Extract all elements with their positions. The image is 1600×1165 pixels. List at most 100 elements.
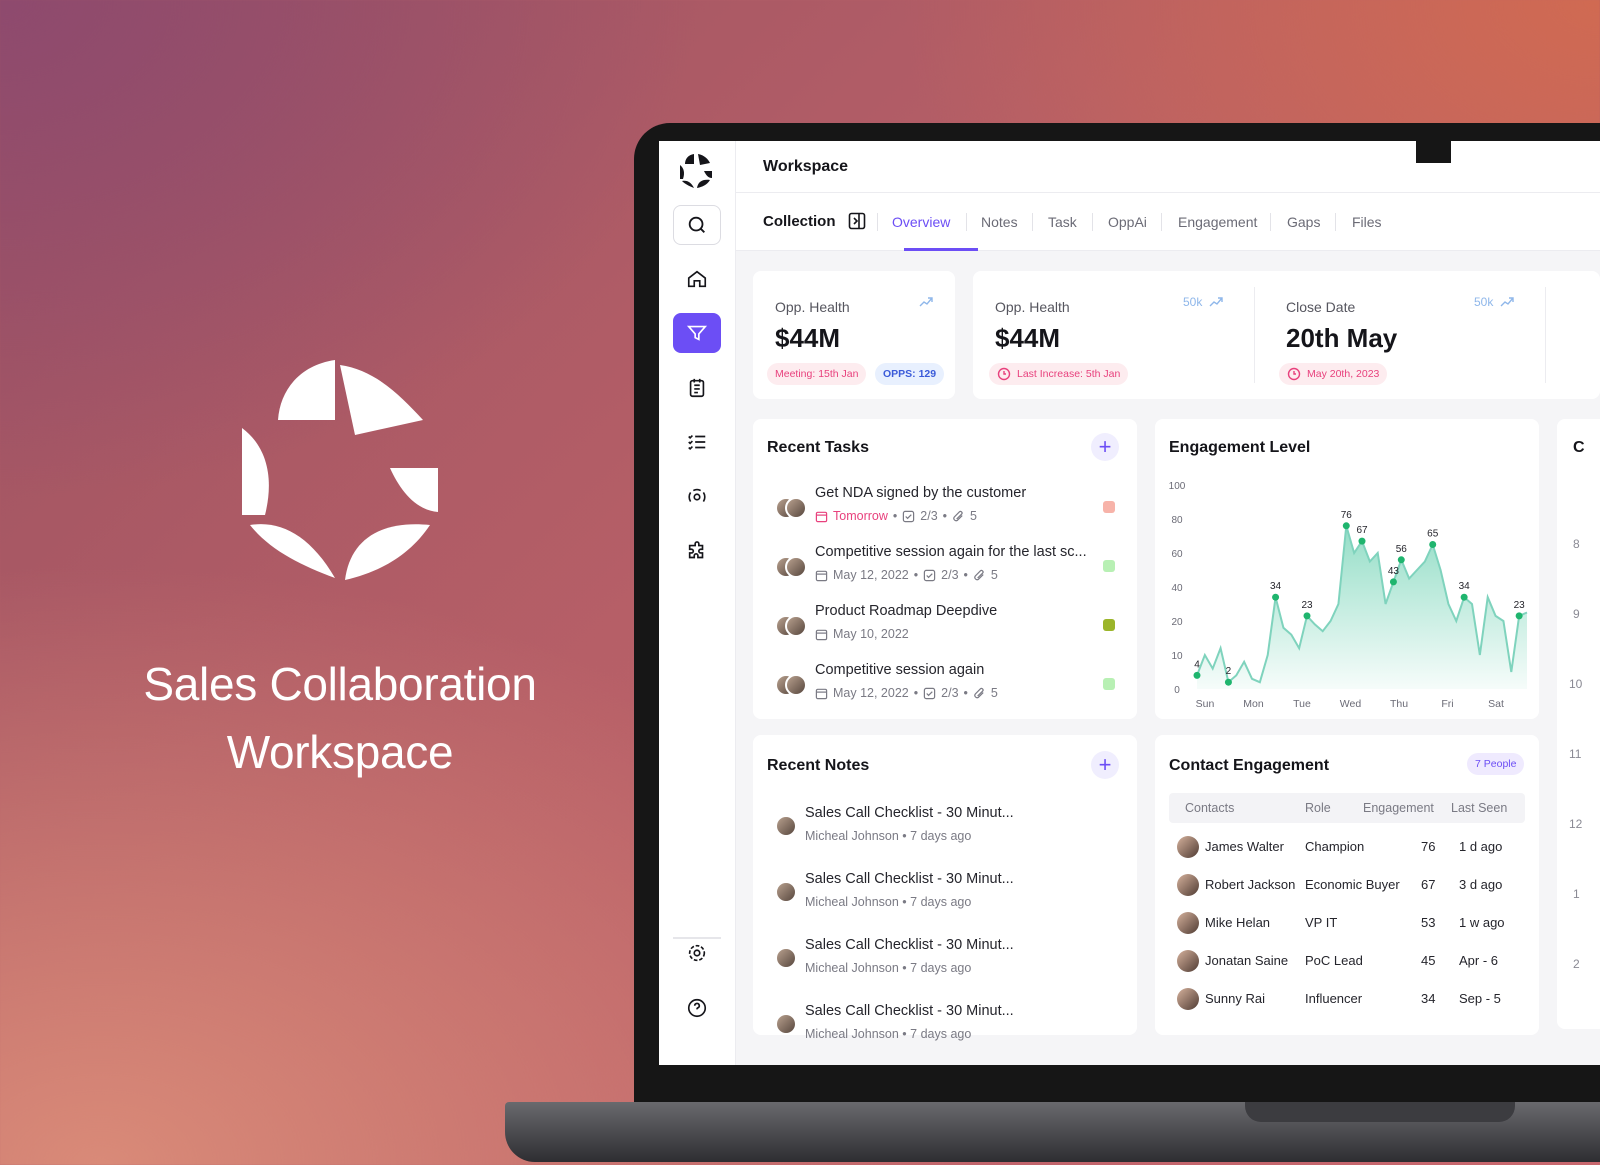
nav-notes[interactable] [673, 368, 721, 408]
kpi-card: Opp. Health $44M Meeting: 15th Jan OPPS:… [753, 271, 955, 399]
tab-engagement[interactable]: Engagement [1178, 214, 1257, 230]
x-tick-label: Wed [1340, 698, 1362, 709]
people-count-badge[interactable]: 7 People [1467, 753, 1525, 775]
data-point [1272, 593, 1280, 601]
table-row[interactable]: Jonatan Saine PoC Lead 45 Apr - 6 [1169, 945, 1525, 981]
tab-notes[interactable]: Notes [981, 214, 1018, 230]
partial-axis-label: 1 [1573, 887, 1580, 901]
task-item[interactable]: Product Roadmap Deepdive May 10, 2022 [767, 603, 1127, 657]
avatar-group [775, 674, 807, 700]
note-meta: Micheal Johnson • 7 days ago [805, 1027, 972, 1041]
contact-last-seen: Sep - 5 [1459, 991, 1501, 1006]
y-tick-label: 80 [1171, 515, 1183, 526]
nav-settings[interactable] [673, 933, 721, 973]
sidebar [659, 141, 736, 1065]
trend-up-icon [1500, 297, 1514, 307]
search-button[interactable] [673, 205, 721, 245]
nav-integrations[interactable] [673, 532, 721, 572]
meeting-pill: Meeting: 15th Jan [767, 363, 867, 385]
calendar-icon [815, 629, 828, 640]
kpi-divider [1254, 287, 1255, 383]
table-header: Contacts Role Engagement Last Seen [1169, 793, 1525, 823]
calendar-icon [815, 511, 828, 522]
camera-notch [1416, 141, 1451, 163]
contact-name: Robert Jackson [1205, 877, 1296, 892]
kpi-label: Close Date [1286, 299, 1356, 315]
recent-tasks-title: Recent Tasks [767, 439, 869, 456]
task-item[interactable]: Get NDA signed by the customer Tomorrow •… [767, 485, 1127, 539]
table-row[interactable]: Sunny Rai Influencer 34 Sep - 5 [1169, 983, 1525, 1019]
panel-toggle-icon[interactable] [848, 212, 866, 230]
tab-overview[interactable]: Overview [892, 214, 950, 230]
kpi-label: Opp. Health [775, 299, 850, 315]
nav-engagement[interactable] [673, 477, 721, 517]
contact-name: Jonatan Saine [1205, 953, 1289, 968]
priority-flag [1103, 619, 1115, 631]
trend-up-icon [919, 297, 933, 307]
col-engagement[interactable]: Engagement [1363, 801, 1434, 815]
tab-gaps[interactable]: Gaps [1287, 214, 1320, 230]
contact-last-seen: 3 d ago [1459, 877, 1503, 892]
y-tick-label: 40 [1171, 583, 1183, 594]
priority-flag [1103, 501, 1115, 513]
contact-role: Champion [1305, 839, 1365, 854]
priority-flag [1103, 560, 1115, 572]
note-meta: Micheal Johnson • 7 days ago [805, 895, 972, 909]
contact-role: Influencer [1305, 991, 1363, 1006]
contact-engagement: 53 [1421, 915, 1436, 930]
y-tick-label: 60 [1171, 549, 1183, 560]
puzzle-icon [688, 541, 704, 559]
col-last-seen[interactable]: Last Seen [1451, 801, 1507, 815]
data-label: 67 [1356, 525, 1368, 536]
kpi-trend: 50k [1474, 295, 1493, 309]
last-increase-text: Last Increase: 5th Jan [1017, 368, 1121, 380]
task-name: Product Roadmap Deepdive [815, 603, 998, 619]
task-item[interactable]: Competitive session again for the last s… [767, 544, 1127, 598]
avatar [775, 1013, 797, 1035]
note-item[interactable]: Sales Call Checklist - 30 Minut... Miche… [767, 1003, 1127, 1059]
tab-oppai[interactable]: OppAi [1108, 214, 1147, 230]
task-due: Tomorrow [833, 509, 888, 523]
tab-task[interactable]: Task [1048, 214, 1077, 230]
data-label: 2 [1226, 666, 1232, 677]
kpi-card-group: Opp. Health 50k $44M Last Increase: 5th … [973, 271, 1600, 399]
gear-icon [688, 944, 706, 962]
table-row[interactable]: Robert Jackson Economic Buyer 67 3 d ago [1169, 869, 1525, 905]
calendar-icon [815, 688, 828, 699]
table-row[interactable]: James Walter Champion 76 1 d ago [1169, 831, 1525, 867]
note-author: Micheal Johnson [805, 961, 899, 975]
tab-files[interactable]: Files [1352, 214, 1382, 230]
checkbox-icon [923, 569, 936, 581]
table-row[interactable]: Mike Helan VP IT 53 1 w ago [1169, 907, 1525, 943]
task-meta: May 12, 2022 • 2/3 • 5 [815, 568, 998, 582]
note-item[interactable]: Sales Call Checklist - 30 Minut... Miche… [767, 805, 1127, 861]
close-date-text: May 20th, 2023 [1307, 368, 1380, 380]
nav-tasks[interactable] [673, 422, 721, 462]
task-item[interactable]: Competitive session again May 12, 2022 • … [767, 662, 1127, 716]
recent-notes-title: Recent Notes [767, 757, 870, 774]
partial-axis-label: 9 [1573, 607, 1580, 621]
partial-axis-label: 12 [1569, 817, 1583, 831]
contact-last-seen: Apr - 6 [1459, 953, 1499, 968]
tab-separator [877, 213, 878, 231]
note-item[interactable]: Sales Call Checklist - 30 Minut... Miche… [767, 937, 1127, 993]
opps-pill: OPPS: 129 [875, 363, 945, 385]
nav-filter[interactable] [673, 313, 721, 353]
nav-help[interactable] [673, 988, 721, 1028]
partial-axis-label: 2 [1573, 957, 1580, 971]
engagement-chart-card: Engagement Level 0 10 20 40 60 80 100 4 2 34 23 76 6… [1155, 419, 1539, 719]
add-note-button[interactable]: + [1091, 751, 1119, 779]
avatar-group [775, 497, 807, 523]
paperclip-icon [953, 510, 963, 521]
note-item[interactable]: Sales Call Checklist - 30 Minut... Miche… [767, 871, 1127, 927]
task-meta: May 10, 2022 [815, 627, 909, 641]
add-task-button[interactable]: + [1091, 433, 1119, 461]
home-icon [687, 270, 707, 288]
avatar-group [775, 615, 807, 641]
col-contacts[interactable]: Contacts [1185, 801, 1234, 815]
nav-home[interactable] [673, 259, 721, 299]
engagement-chart: 0 10 20 40 60 80 100 4 2 34 23 7667 43 56 65 34 23 Sun Mon… [1169, 481, 1528, 709]
task-attachments: 5 [990, 686, 998, 700]
col-role[interactable]: Role [1305, 801, 1331, 815]
paperclip-icon [974, 569, 984, 580]
